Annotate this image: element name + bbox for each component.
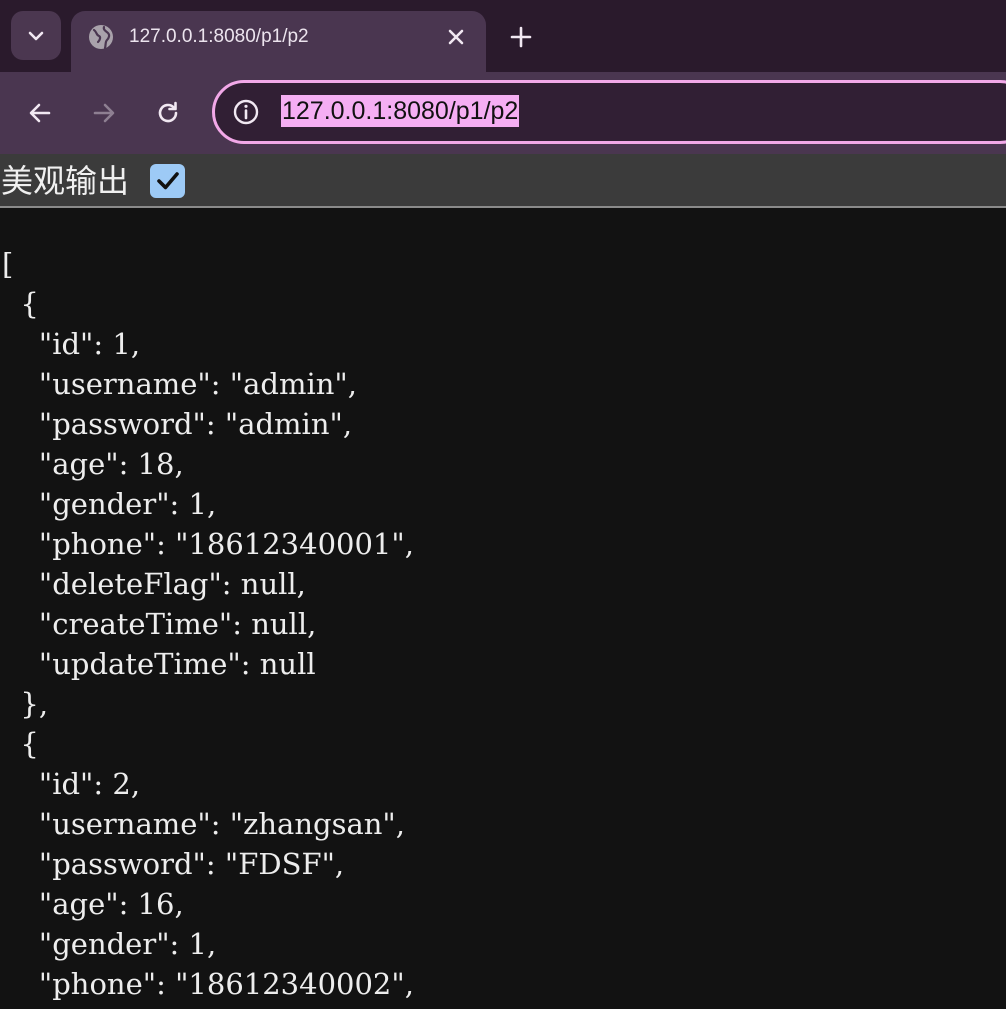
json-line: "gender": 1, (2, 927, 217, 961)
back-button[interactable] (22, 95, 58, 131)
pretty-print-label: 美观输出 (1, 162, 130, 200)
chevron-down-icon (28, 31, 44, 40)
address-bar[interactable]: 127.0.0.1:8080/p1/p2 (212, 80, 1006, 144)
tab-close-button[interactable] (443, 24, 469, 50)
json-line: "password": "admin", (2, 407, 353, 441)
browser-tab[interactable]: 127.0.0.1:8080/p1/p2 (71, 11, 486, 72)
json-line: "deleteFlag": null, (2, 567, 306, 601)
close-icon (448, 29, 464, 45)
forward-button[interactable] (86, 95, 122, 131)
json-line: "id": 1, (2, 327, 141, 361)
json-line: "gender": 1, (2, 487, 217, 521)
json-line: "createTime": null, (2, 607, 317, 641)
tab-search-button[interactable] (11, 11, 61, 60)
info-icon[interactable] (232, 98, 260, 126)
json-line: "username": "zhangsan", (2, 807, 405, 841)
json-line: }, (2, 687, 49, 721)
reload-icon (158, 101, 178, 123)
json-line: [ (2, 247, 14, 281)
tab-title: 127.0.0.1:8080/p1/p2 (129, 26, 309, 47)
pretty-print-checkbox[interactable] (150, 164, 185, 198)
arrow-left-icon (29, 103, 51, 123)
json-line: "phone": "18612340002", (2, 967, 414, 1001)
json-line: "updateTime": null (2, 647, 316, 681)
json-line: "username": "admin", (2, 367, 357, 401)
globe-icon (89, 25, 113, 50)
json-line: "age": 16, (2, 887, 184, 921)
json-line: "age": 18, (2, 447, 184, 481)
json-line: { (2, 287, 39, 321)
json-line: "id": 2, (2, 767, 141, 801)
json-line: "password": "FDSF", (2, 847, 345, 881)
checkmark-icon (156, 172, 179, 190)
reload-button[interactable] (150, 95, 186, 131)
new-tab-button[interactable] (506, 22, 536, 52)
arrow-right-icon (93, 103, 115, 123)
json-viewer: [ { "id": 1, "username": "admin", "passw… (0, 208, 1006, 1009)
browser-toolbar: 127.0.0.1:8080/p1/p2 (0, 72, 1006, 154)
plus-icon (510, 26, 532, 48)
tab-strip: 127.0.0.1:8080/p1/p2 (0, 0, 1006, 72)
json-line: "phone": "18612340001", (2, 527, 414, 561)
address-bar-url[interactable]: 127.0.0.1:8080/p1/p2 (281, 95, 520, 127)
json-line: { (2, 727, 39, 761)
